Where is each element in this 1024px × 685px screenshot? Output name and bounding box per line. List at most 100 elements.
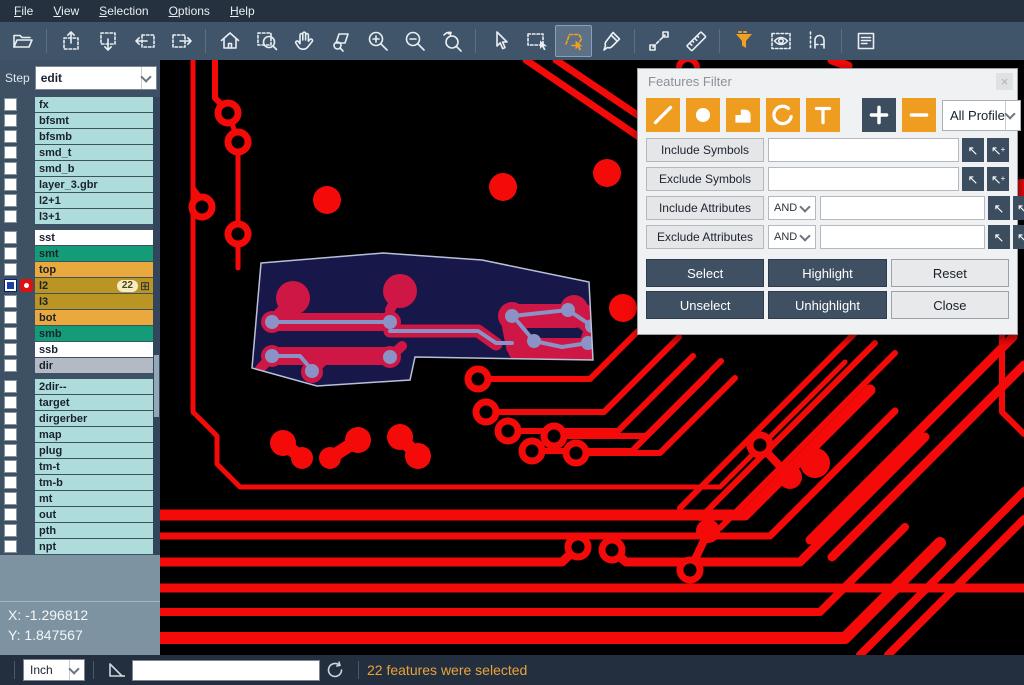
layer-visibility-checkbox[interactable] [4, 524, 17, 537]
layer-row-bot[interactable]: bot [0, 310, 153, 325]
zoom-home-button[interactable] [211, 25, 248, 57]
layer-row-mt[interactable]: mt [0, 491, 153, 506]
features-filter-button[interactable] [725, 25, 762, 57]
pan-right-button[interactable] [163, 25, 200, 57]
pan-down-button[interactable] [89, 25, 126, 57]
menu-file[interactable]: File [4, 2, 43, 20]
layer-visibility-checkbox[interactable] [4, 412, 17, 425]
pan-left-button[interactable] [126, 25, 163, 57]
feature-type-arc-button[interactable] [766, 98, 800, 132]
layer-row-l2[interactable]: l222⊞ [0, 278, 153, 293]
command-input[interactable] [132, 660, 320, 681]
layer-name-cell[interactable]: sst [35, 230, 153, 245]
exclude-attributes-input[interactable] [820, 225, 985, 249]
layer-name-cell[interactable]: 2dir-- [35, 379, 153, 394]
select-polygon-button[interactable] [555, 25, 592, 57]
ruler-button[interactable] [677, 25, 714, 57]
feature-type-line-button[interactable] [646, 98, 680, 132]
layer-name-cell[interactable]: bfsmt [35, 113, 153, 128]
layer-name-cell[interactable]: l3+1 [35, 209, 153, 224]
layer-row-tm-b[interactable]: tm-b [0, 475, 153, 490]
layer-row-l2+1[interactable]: l2+1 [0, 193, 153, 208]
include-attributes-button[interactable]: Include Attributes [646, 196, 764, 220]
layer-row-dir[interactable]: dir [0, 358, 153, 373]
exclude-attributes-button[interactable]: Exclude Attributes [646, 225, 764, 249]
layer-row-plug[interactable]: plug [0, 443, 153, 458]
open-button[interactable] [4, 25, 41, 57]
include-symbols-input[interactable] [768, 138, 959, 162]
exclude-mode-button[interactable] [902, 98, 936, 132]
layer-row-out[interactable]: out [0, 507, 153, 522]
layer-visibility-checkbox[interactable] [4, 231, 17, 244]
layer-row-target[interactable]: target [0, 395, 153, 410]
zoom-out-button[interactable] [396, 25, 433, 57]
include-mode-button[interactable] [862, 98, 896, 132]
menu-options[interactable]: Options [159, 2, 220, 20]
unhighlight-button[interactable]: Unhighlight [768, 291, 886, 319]
feature-info-button[interactable] [847, 25, 884, 57]
layer-name-cell[interactable]: smt [35, 246, 153, 261]
layer-name-cell[interactable]: plug [35, 443, 153, 458]
layer-name-cell[interactable]: pth [35, 523, 153, 538]
step-select[interactable]: edit [35, 66, 157, 90]
layer-visibility-checkbox[interactable] [4, 476, 17, 489]
layer-visibility-checkbox[interactable] [4, 247, 17, 260]
layer-name-cell[interactable]: l222⊞ [35, 278, 153, 293]
exclude-attributes-logic-select[interactable]: AND [768, 225, 816, 249]
layer-name-cell[interactable]: dir [35, 358, 153, 373]
feature-type-pad-button[interactable] [686, 98, 720, 132]
layer-visibility-checkbox[interactable] [4, 146, 17, 159]
select-button[interactable]: Select [646, 259, 764, 287]
layer-name-cell[interactable]: l3 [35, 294, 153, 309]
include-attributes-logic-select[interactable]: AND [768, 196, 816, 220]
snap-button[interactable] [799, 25, 836, 57]
layer-row-l3[interactable]: l3 [0, 294, 153, 309]
layer-row-l3+1[interactable]: l3+1 [0, 209, 153, 224]
layer-name-cell[interactable]: smd_t [35, 145, 153, 160]
layer-row-bfsmt[interactable]: bfsmt [0, 113, 153, 128]
layer-row-tm-t[interactable]: tm-t [0, 459, 153, 474]
pick-add-attributes-button[interactable]: ↖+ [1013, 196, 1024, 220]
layer-visibility-checkbox[interactable] [4, 460, 17, 473]
layer-visibility-checkbox[interactable] [4, 130, 17, 143]
layer-row-smt[interactable]: smt [0, 246, 153, 261]
layer-name-cell[interactable]: top [35, 262, 153, 277]
layer-visibility-checkbox[interactable] [4, 540, 17, 553]
layer-visibility-checkbox[interactable] [4, 311, 17, 324]
menu-selection[interactable]: Selection [89, 2, 158, 20]
layer-visibility-checkbox[interactable] [4, 327, 17, 340]
layer-visibility-checkbox[interactable] [4, 98, 17, 111]
layer-visibility-checkbox[interactable] [4, 210, 17, 223]
layer-name-cell[interactable]: npt [35, 539, 153, 554]
layer-list-scrollbar[interactable] [153, 97, 160, 555]
layer-visibility-checkbox[interactable] [4, 279, 17, 292]
units-select[interactable]: Inch [23, 659, 85, 681]
menu-view[interactable]: View [43, 2, 89, 20]
reset-button[interactable]: Reset [891, 259, 1009, 287]
pick-symbols-button[interactable]: ↖ [962, 167, 984, 191]
pan-up-button[interactable] [52, 25, 89, 57]
scrollbar-thumb[interactable] [154, 355, 159, 417]
layer-name-cell[interactable]: layer_3.gbr [35, 177, 153, 192]
layer-row-ssb[interactable]: ssb [0, 342, 153, 357]
layer-name-cell[interactable]: smb [35, 326, 153, 341]
angle-mode-icon[interactable] [106, 659, 128, 681]
layer-visibility-checkbox[interactable] [4, 162, 17, 175]
exclude-symbols-input[interactable] [768, 167, 959, 191]
layer-visibility-checkbox[interactable] [4, 508, 17, 521]
layer-name-cell[interactable]: smd_b [35, 161, 153, 176]
zoom-selection-button[interactable] [322, 25, 359, 57]
highlight-button[interactable]: Highlight [768, 259, 886, 287]
layer-name-cell[interactable]: bot [35, 310, 153, 325]
layer-name-cell[interactable]: out [35, 507, 153, 522]
layer-name-cell[interactable]: target [35, 395, 153, 410]
layer-name-cell[interactable]: tm-b [35, 475, 153, 490]
exclude-symbols-button[interactable]: Exclude Symbols [646, 167, 764, 191]
layer-visibility-checkbox[interactable] [4, 295, 17, 308]
pick-attributes-button[interactable]: ↖ [988, 225, 1010, 249]
layer-visibility-checkbox[interactable] [4, 194, 17, 207]
zoom-area-button[interactable] [248, 25, 285, 57]
layer-name-cell[interactable]: l2+1 [35, 193, 153, 208]
layer-visibility-checkbox[interactable] [4, 359, 17, 372]
layer-row-map[interactable]: map [0, 427, 153, 442]
